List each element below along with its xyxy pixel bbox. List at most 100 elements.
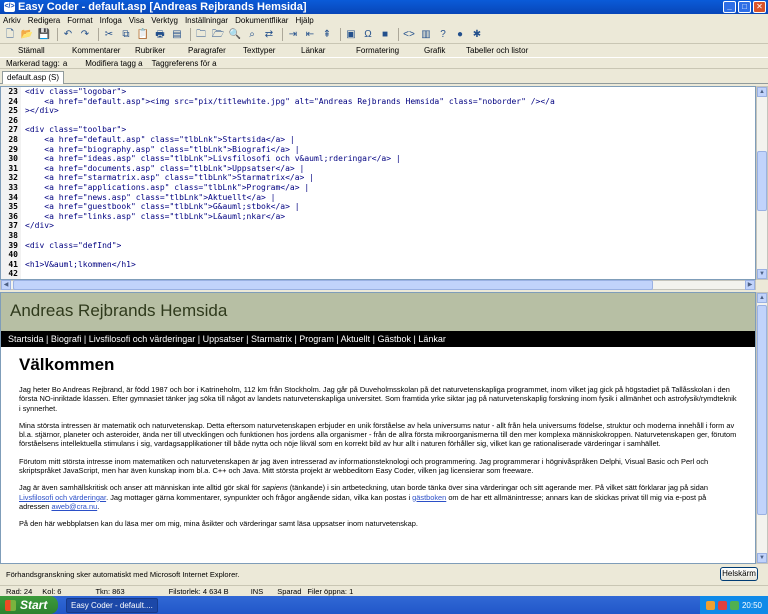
code-text[interactable]: <div class="toolbar"> bbox=[21, 125, 126, 135]
new-file-icon[interactable]: 🗋 bbox=[3, 28, 17, 42]
code-line[interactable]: 26 bbox=[1, 115, 755, 126]
code-line[interactable]: 34 <a href="news.asp" class="tlbLnk">Akt… bbox=[1, 192, 755, 203]
code-text[interactable]: <a href="default.asp" class="tlbLnk">Sta… bbox=[21, 135, 294, 145]
copy-icon[interactable]: ⧉ bbox=[119, 28, 133, 42]
code-text[interactable]: <a href="ideas.asp" class="tlbLnk">Livsf… bbox=[21, 154, 400, 164]
tray-network-icon[interactable] bbox=[705, 600, 715, 610]
editor-horizontal-scrollbar[interactable]: ◀ ▶ bbox=[0, 280, 756, 290]
email-link[interactable]: aweb@cra.nu bbox=[51, 502, 97, 511]
code-text[interactable]: <div class="defInd"> bbox=[21, 241, 121, 251]
code-line[interactable]: 38 bbox=[1, 230, 755, 241]
code-text[interactable]: </div> bbox=[21, 221, 54, 231]
tray-app-icon[interactable] bbox=[729, 600, 739, 610]
code-text[interactable] bbox=[21, 231, 25, 241]
open-folder-icon[interactable]: 📂 bbox=[20, 28, 34, 42]
document-tab[interactable]: default.asp (S) bbox=[2, 71, 65, 84]
bullet-icon[interactable]: ● bbox=[453, 28, 467, 42]
code-line[interactable]: 37 </div> bbox=[1, 221, 755, 231]
code-line[interactable]: 25 ></div> bbox=[1, 106, 755, 116]
scroll-thumb[interactable] bbox=[757, 151, 767, 211]
guestbook-link[interactable]: gästboken bbox=[412, 493, 446, 502]
code-text[interactable]: <a href="default.asp"><img src="pix/titl… bbox=[21, 97, 555, 107]
find-next-icon[interactable]: ⌕ bbox=[245, 28, 259, 42]
code-text[interactable]: <div class="logobar"> bbox=[21, 87, 126, 97]
goto-line-icon[interactable]: ⇞ bbox=[320, 28, 334, 42]
menu-arkiv[interactable]: Arkiv bbox=[3, 16, 21, 25]
tab-paragrafer[interactable]: Paragrafer bbox=[188, 46, 243, 55]
fullscreen-button[interactable]: Helskärm bbox=[720, 567, 758, 581]
menu-dokumentflikar[interactable]: Dokumentflikar bbox=[235, 16, 288, 25]
tab-grafik[interactable]: Grafik bbox=[424, 46, 466, 55]
code-line[interactable]: 28 <a href="default.asp" class="tlbLnk">… bbox=[1, 134, 755, 145]
code-line[interactable]: 24 <a href="default.asp"><img src="pix/t… bbox=[1, 96, 755, 107]
stats-icon[interactable]: ▥ bbox=[419, 28, 433, 42]
menu-installningar[interactable]: Inställningar bbox=[185, 16, 228, 25]
tab-stamall[interactable]: Stämall bbox=[18, 46, 72, 55]
code-editor[interactable]: 23 <div class="logobar"> 24 <a href="defau… bbox=[0, 86, 756, 280]
code-text[interactable] bbox=[21, 269, 25, 279]
maximize-button[interactable]: □ bbox=[738, 1, 751, 13]
scroll-left-icon[interactable]: ◀ bbox=[1, 280, 11, 290]
outdent-icon[interactable]: ⇤ bbox=[303, 28, 317, 42]
taskbar-item-easy-coder[interactable]: Easy Coder - default.... bbox=[66, 597, 158, 613]
code-text[interactable] bbox=[21, 250, 25, 260]
code-line[interactable]: 31 <a href="documents.asp" class="tlbLnk… bbox=[1, 163, 755, 174]
print-icon[interactable]: 🖶 bbox=[153, 28, 167, 42]
code-line[interactable]: 23 <div class="logobar"> bbox=[1, 87, 755, 97]
undo-icon[interactable]: ↶ bbox=[61, 28, 75, 42]
code-line[interactable]: 36 <a href="links.asp" class="tlbLnk">L&… bbox=[1, 211, 755, 222]
code-line[interactable]: 27 <div class="toolbar"> bbox=[1, 125, 755, 135]
code-line[interactable]: 40 bbox=[1, 250, 755, 260]
tab-lankar[interactable]: Länkar bbox=[301, 46, 356, 55]
menu-format[interactable]: Format bbox=[67, 16, 92, 25]
color-icon[interactable]: ■ bbox=[378, 28, 392, 42]
code-line[interactable]: 41 <h1>V&auml;lkommen</h1> bbox=[1, 259, 755, 270]
code-line[interactable]: 42 bbox=[1, 269, 755, 279]
preview-vertical-scrollbar[interactable]: ▲ ▼ bbox=[756, 292, 768, 564]
code-text[interactable]: <a href="documents.asp" class="tlbLnk">U… bbox=[21, 164, 304, 174]
tag-reference-button[interactable]: Taggreferens för a bbox=[152, 59, 217, 68]
help-icon[interactable]: ? bbox=[436, 28, 450, 42]
code-line[interactable]: 30 <a href="ideas.asp" class="tlbLnk">Li… bbox=[1, 154, 755, 164]
scroll-right-icon[interactable]: ▶ bbox=[745, 280, 755, 290]
close-button[interactable]: ✕ bbox=[753, 1, 766, 13]
modify-tag-button[interactable]: Modifiera tagg a bbox=[85, 59, 142, 68]
code-text[interactable] bbox=[21, 116, 25, 126]
tab-texttyper[interactable]: Texttyper bbox=[243, 46, 301, 55]
code-line[interactable]: 33 <a href="applications.asp" class="tlb… bbox=[1, 182, 755, 193]
replace-icon[interactable]: ⇄ bbox=[262, 28, 276, 42]
tag-icon[interactable]: <> bbox=[402, 28, 416, 42]
scroll-up-icon[interactable]: ▲ bbox=[757, 293, 767, 303]
open-project-icon[interactable]: 🗀 bbox=[194, 28, 208, 42]
editor-vertical-scrollbar[interactable]: ▲ ▼ bbox=[756, 86, 768, 280]
tab-rubriker[interactable]: Rubriker bbox=[135, 46, 188, 55]
paste-icon[interactable]: 📋 bbox=[136, 28, 150, 42]
tab-formatering[interactable]: Formatering bbox=[356, 46, 424, 55]
values-link[interactable]: Livsfilosofi och värderingar bbox=[19, 493, 106, 502]
code-text[interactable]: <a href="links.asp" class="tlbLnk">L&aum… bbox=[21, 212, 285, 222]
cut-icon[interactable]: ✂ bbox=[102, 28, 116, 42]
html-preview[interactable]: Andreas Rejbrands Hemsida Startsida | Bi… bbox=[0, 292, 756, 564]
scroll-up-icon[interactable]: ▲ bbox=[757, 87, 767, 97]
code-text[interactable]: <a href="starmatrix.asp" class="tlbLnk">… bbox=[21, 173, 314, 183]
save-all-icon[interactable]: 🗁 bbox=[211, 28, 225, 42]
code-text[interactable]: <a href="applications.asp" class="tlbLnk… bbox=[21, 183, 309, 193]
special-char-icon[interactable]: Ω bbox=[361, 28, 375, 42]
code-text[interactable]: ></div> bbox=[21, 106, 59, 116]
site-nav[interactable]: Startsida | Biografi | Livsfilosofi och … bbox=[1, 331, 755, 347]
menu-visa[interactable]: Visa bbox=[129, 16, 144, 25]
menu-infoga[interactable]: Infoga bbox=[100, 16, 122, 25]
redo-icon[interactable]: ↷ bbox=[78, 28, 92, 42]
scroll-down-icon[interactable]: ▼ bbox=[757, 269, 767, 279]
find-icon[interactable]: 🔍 bbox=[228, 28, 242, 42]
code-line[interactable]: 39 <div class="defInd"> bbox=[1, 240, 755, 251]
menu-hjalp[interactable]: Hjälp bbox=[295, 16, 313, 25]
indent-icon[interactable]: ⇥ bbox=[286, 28, 300, 42]
minimize-button[interactable]: _ bbox=[723, 1, 736, 13]
code-line[interactable]: 35 <a href="guestbook" class="tlbLnk">G&… bbox=[1, 202, 755, 212]
star-icon[interactable]: ✱ bbox=[470, 28, 484, 42]
save-icon[interactable]: 💾 bbox=[37, 28, 51, 42]
scroll-thumb[interactable] bbox=[757, 305, 767, 515]
scroll-down-icon[interactable]: ▼ bbox=[757, 553, 767, 563]
tray-antivirus-icon[interactable] bbox=[717, 600, 727, 610]
